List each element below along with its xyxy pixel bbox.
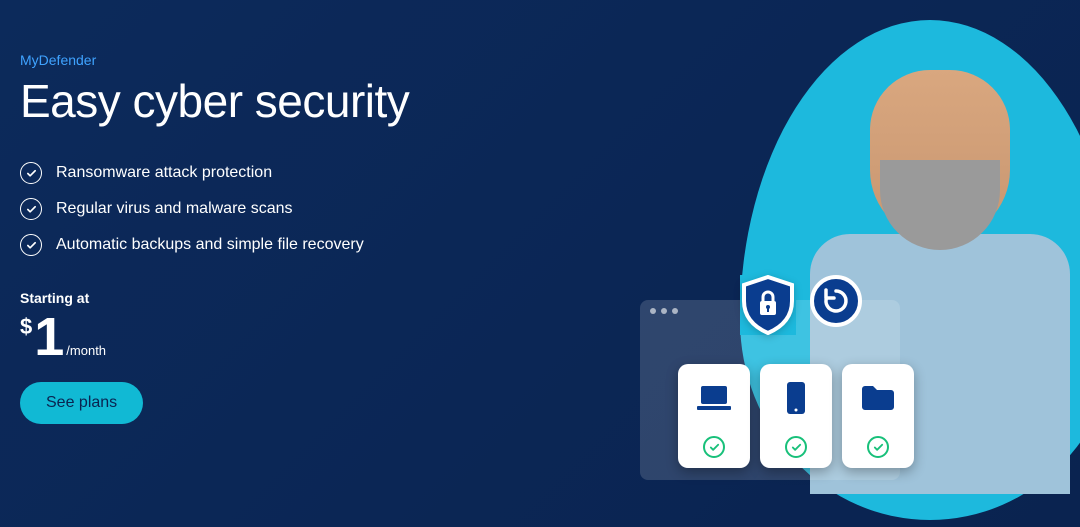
check-icon — [20, 198, 42, 220]
price: $ 1 /month — [20, 310, 560, 364]
check-icon — [20, 234, 42, 256]
feature-item: Ransomware attack protection — [20, 162, 560, 184]
feature-text: Ransomware attack protection — [56, 164, 272, 182]
check-ok-icon — [785, 436, 807, 458]
device-card-laptop — [678, 364, 750, 468]
security-badges — [740, 275, 862, 335]
price-period: /month — [66, 343, 106, 358]
hero-section: MyDefender Easy cyber security Ransomwar… — [0, 0, 1080, 527]
pricing-label: Starting at — [20, 290, 560, 306]
feature-text: Automatic backups and simple file recove… — [56, 236, 364, 254]
folder-icon — [858, 378, 898, 418]
hero-content: MyDefender Easy cyber security Ransomwar… — [0, 0, 560, 527]
feature-text: Regular virus and malware scans — [56, 200, 293, 218]
restore-icon — [810, 275, 862, 327]
check-icon — [20, 162, 42, 184]
shield-lock-icon — [740, 275, 796, 335]
feature-list: Ransomware attack protection Regular vir… — [20, 162, 560, 256]
device-card-phone — [760, 364, 832, 468]
feature-item: Regular virus and malware scans — [20, 198, 560, 220]
hero-headline: Easy cyber security — [20, 74, 560, 128]
laptop-icon — [694, 378, 734, 418]
check-ok-icon — [703, 436, 725, 458]
currency-symbol: $ — [20, 314, 32, 340]
product-eyebrow: MyDefender — [20, 52, 560, 68]
device-card-folder — [842, 364, 914, 468]
check-ok-icon — [867, 436, 889, 458]
see-plans-button[interactable]: See plans — [20, 382, 143, 424]
phone-icon — [776, 378, 816, 418]
price-amount: 1 — [34, 310, 64, 364]
feature-item: Automatic backups and simple file recove… — [20, 234, 560, 256]
